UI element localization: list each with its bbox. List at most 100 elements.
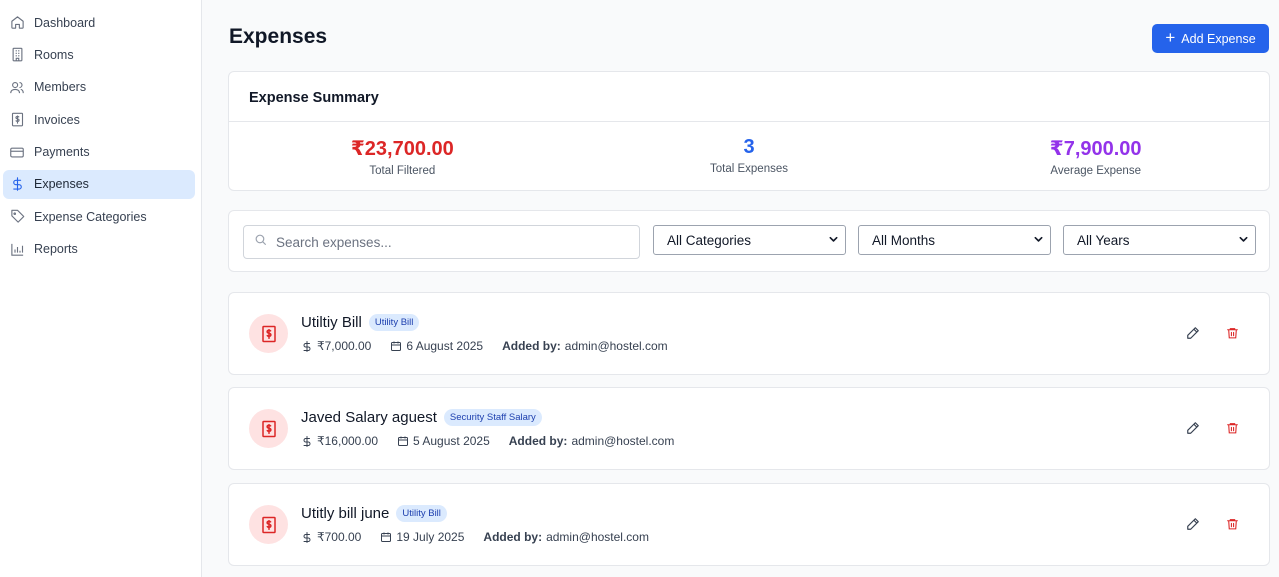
expense-title: Javed Salary aguest xyxy=(301,409,437,426)
filters-bar: All Categories All Months All Years xyxy=(228,210,1270,272)
expense-item: Utitly bill june Utility Bill ₹700.00 19… xyxy=(228,483,1270,566)
expense-added-by: Added by: admin@hostel.com xyxy=(502,339,668,353)
plus-icon: + xyxy=(1165,28,1176,47)
date-value: 6 August 2025 xyxy=(406,339,484,353)
year-select[interactable]: All Years xyxy=(1063,225,1256,255)
stat-label: Total Filtered xyxy=(369,165,436,177)
sidebar-item-payments[interactable]: Payments xyxy=(3,138,195,167)
main-content: Expenses + Add Expense Expense Summary ₹… xyxy=(203,0,1279,577)
dollar-icon xyxy=(303,435,311,447)
expense-receipt-icon xyxy=(249,505,288,544)
month-select-value: All Months xyxy=(872,232,936,248)
delete-icon[interactable] xyxy=(1224,325,1240,341)
search-icon xyxy=(254,233,267,251)
added-by-value: admin@hostel.com xyxy=(564,339,668,353)
expense-title-row: Utitly bill june Utility Bill xyxy=(301,505,447,522)
stat-average-expense: ₹7,900.00 Average Expense xyxy=(922,122,1269,191)
stat-total-expenses: 3 Total Expenses xyxy=(576,122,923,191)
expense-title-row: Utiltiy Bill Utility Bill xyxy=(301,314,420,331)
expense-amount: ₹16,000.00 xyxy=(301,434,378,448)
expense-item: Utiltiy Bill Utility Bill ₹7,000.00 6 Au… xyxy=(228,292,1270,375)
sidebar-item-label: Members xyxy=(34,80,87,95)
added-by-label: Added by: xyxy=(483,530,543,544)
expense-title: Utiltiy Bill xyxy=(301,314,362,331)
sidebar: Dashboard Rooms Members Invoices Payment… xyxy=(0,0,202,577)
expense-date: 19 July 2025 xyxy=(380,530,464,544)
summary-title: Expense Summary xyxy=(229,72,1269,122)
expense-meta: ₹7,000.00 6 August 2025 Added by: admin@… xyxy=(301,339,687,353)
amount-value: ₹16,000.00 xyxy=(317,434,379,448)
month-select[interactable]: All Months xyxy=(858,225,1051,255)
chevron-down-icon xyxy=(1033,233,1044,248)
category-badge: Utility Bill xyxy=(396,505,447,522)
expense-date: 5 August 2025 xyxy=(397,434,490,448)
sidebar-item-label: Invoices xyxy=(34,112,80,127)
edit-icon[interactable] xyxy=(1185,420,1201,436)
dollar-icon xyxy=(303,340,311,352)
sidebar-item-rooms[interactable]: Rooms xyxy=(3,40,195,69)
added-by-label: Added by: xyxy=(508,434,568,448)
sidebar-item-expenses[interactable]: Expenses xyxy=(3,169,195,199)
search-input[interactable] xyxy=(276,234,616,250)
added-by-label: Added by: xyxy=(502,339,561,353)
bar-chart-icon xyxy=(9,241,25,257)
date-value: 5 August 2025 xyxy=(413,434,490,448)
amount-value: ₹7,000.00 xyxy=(317,339,372,353)
expense-added-by: Added by: admin@hostel.com xyxy=(483,530,649,544)
receipt-icon xyxy=(9,112,25,128)
summary-stats: ₹23,700.00 Total Filtered 3 Total Expens… xyxy=(229,122,1269,191)
expense-title-row: Javed Salary aguest Security Staff Salar… xyxy=(301,409,542,426)
category-badge: Security Staff Salary xyxy=(443,409,542,426)
dollar-icon xyxy=(9,176,25,192)
edit-icon[interactable] xyxy=(1185,516,1201,532)
sidebar-item-invoices[interactable]: Invoices xyxy=(3,105,195,134)
expense-date: 6 August 2025 xyxy=(390,339,483,353)
sidebar-item-members[interactable]: Members xyxy=(3,73,195,102)
stat-value: ₹23,700.00 xyxy=(350,138,454,160)
sidebar-item-label: Rooms xyxy=(34,47,74,62)
credit-card-icon xyxy=(9,144,25,160)
home-icon xyxy=(9,15,25,31)
sidebar-item-label: Payments xyxy=(34,145,90,160)
expense-amount: ₹700.00 xyxy=(301,530,361,544)
search-box[interactable] xyxy=(243,225,640,259)
chevron-down-icon xyxy=(1238,233,1249,248)
calendar-icon xyxy=(381,532,392,542)
expense-receipt-icon xyxy=(249,409,288,448)
sidebar-item-reports[interactable]: Reports xyxy=(3,235,195,264)
delete-icon[interactable] xyxy=(1224,516,1240,532)
calendar-icon xyxy=(391,341,402,351)
edit-icon[interactable] xyxy=(1185,325,1201,341)
users-icon xyxy=(9,79,25,95)
delete-icon[interactable] xyxy=(1224,420,1240,436)
date-value: 19 July 2025 xyxy=(396,530,465,544)
sidebar-item-dashboard[interactable]: Dashboard xyxy=(3,8,195,37)
dollar-icon xyxy=(303,531,311,543)
expense-item: Javed Salary aguest Security Staff Salar… xyxy=(228,387,1270,470)
add-expense-label: Add Expense xyxy=(1181,31,1256,46)
added-by-value: admin@hostel.com xyxy=(546,530,649,544)
stat-total-filtered: ₹23,700.00 Total Filtered xyxy=(229,122,576,191)
sidebar-item-label: Expense Categories xyxy=(34,209,147,224)
category-badge: Utility Bill xyxy=(368,314,420,331)
expense-meta: ₹16,000.00 5 August 2025 Added by: admin… xyxy=(301,434,693,448)
category-select[interactable]: All Categories xyxy=(653,225,846,255)
amount-value: ₹700.00 xyxy=(317,530,362,544)
added-by-value: admin@hostel.com xyxy=(571,434,675,448)
expense-summary-card: Expense Summary ₹23,700.00 Total Filtere… xyxy=(228,71,1270,191)
calendar-icon xyxy=(398,436,409,446)
expense-title: Utitly bill june xyxy=(301,505,390,522)
sidebar-item-label: Expenses xyxy=(34,177,89,192)
sidebar-item-label: Reports xyxy=(34,242,78,257)
page-title: Expenses xyxy=(229,25,328,48)
tag-icon xyxy=(9,209,25,225)
sidebar-item-label: Dashboard xyxy=(34,15,96,30)
add-expense-button[interactable]: + Add Expense xyxy=(1152,24,1269,53)
expense-meta: ₹700.00 19 July 2025 Added by: admin@hos… xyxy=(301,530,668,544)
stat-value: ₹7,900.00 xyxy=(1049,138,1142,160)
expense-receipt-icon xyxy=(249,314,288,353)
sidebar-item-expense-categories[interactable]: Expense Categories xyxy=(3,202,195,231)
stat-label: Total Expenses xyxy=(710,163,788,175)
stat-value: 3 xyxy=(743,136,755,158)
expense-added-by: Added by: admin@hostel.com xyxy=(509,434,675,448)
